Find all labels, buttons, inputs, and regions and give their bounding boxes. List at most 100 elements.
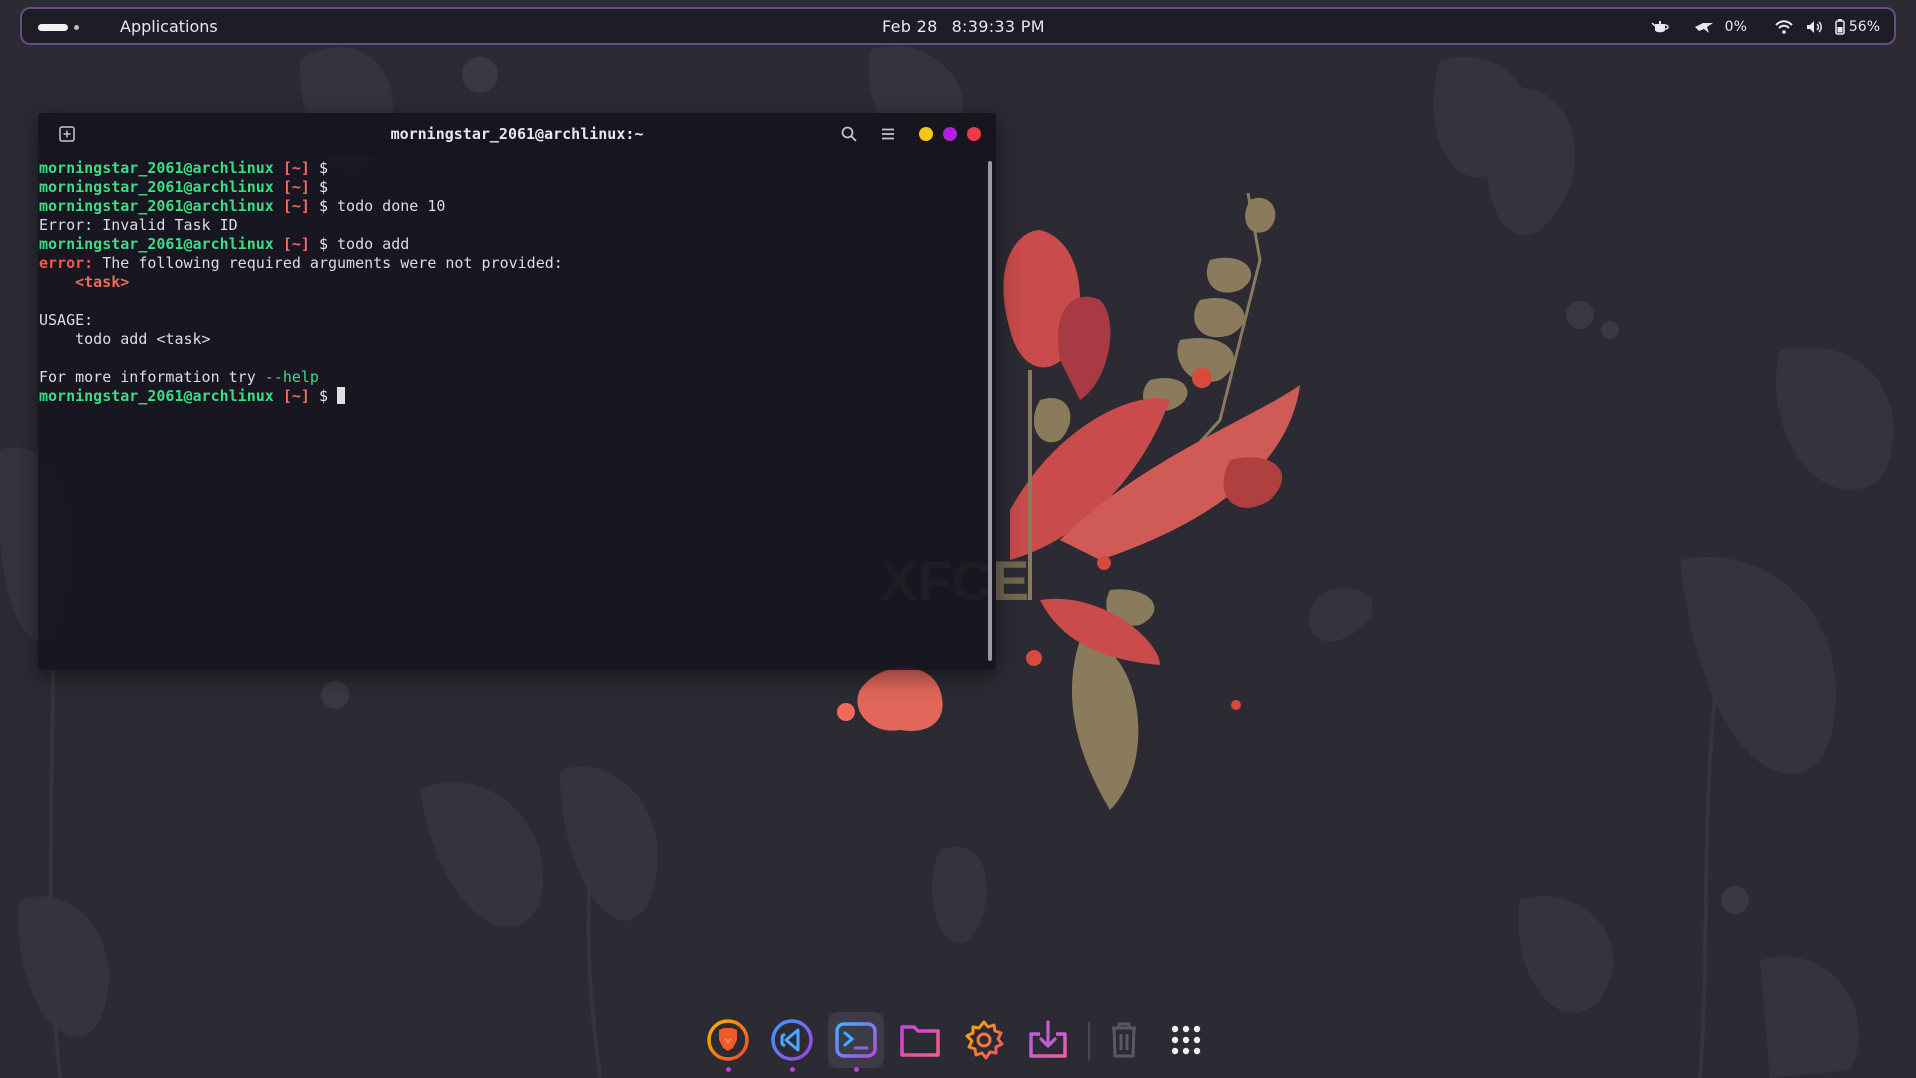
output-text: USAGE: (39, 311, 94, 329)
prompt-dir: [~] (282, 235, 310, 253)
prompt-user: morningstar_2061@archlinux (39, 387, 274, 405)
terminal-line: USAGE: (39, 311, 979, 330)
terminal-line: For more information try --help (39, 368, 979, 387)
running-indicator (854, 1067, 859, 1072)
prompt-user: morningstar_2061@archlinux (39, 235, 274, 253)
trash-icon (1112, 1022, 1136, 1058)
prompt-user: morningstar_2061@archlinux (39, 197, 274, 215)
output-text: Error: Invalid Task ID (39, 216, 238, 234)
search-icon[interactable] (840, 125, 858, 143)
minimize-button[interactable] (919, 127, 933, 141)
applications-menu[interactable]: Applications (120, 17, 218, 36)
running-indicator (726, 1067, 731, 1072)
terminal-icon (835, 1022, 877, 1058)
prompt-sign: $ (318, 197, 328, 215)
prompt-dir: [~] (282, 159, 310, 177)
network-speed-icon[interactable]: 0% (1693, 19, 1747, 35)
maximize-button[interactable] (943, 127, 957, 141)
command-text: todo add (337, 235, 410, 253)
dock (700, 1008, 1201, 1072)
help-text: For more information try (39, 368, 265, 386)
dock-item-app-grid[interactable] (1158, 1012, 1214, 1068)
clock-date: Feb 28 (882, 17, 938, 36)
dock-item-brave-browser[interactable] (700, 1012, 756, 1072)
prompt-sign: $ (318, 178, 328, 196)
workspace-dot[interactable] (74, 25, 79, 30)
prompt-dir: [~] (282, 387, 310, 405)
gear-icon (965, 1020, 1004, 1060)
dock-item-files[interactable] (892, 1012, 948, 1068)
command-text: todo done 10 (337, 197, 446, 215)
clock-time: 8:39:33 PM (951, 17, 1045, 36)
terminal-line: todo add <task> (39, 330, 979, 349)
prompt-sign: $ (318, 235, 328, 253)
terminal-titlebar[interactable]: morningstar_2061@archlinux:~ (38, 113, 996, 156)
error-text: The following required arguments were no… (93, 254, 563, 272)
dock-item-terminal[interactable] (828, 1012, 884, 1072)
terminal-line: error: The following required arguments … (39, 254, 979, 273)
scrollbar[interactable] (988, 161, 992, 661)
top-panel: Applications Feb 28 8:39:33 PM 0% 56% (20, 7, 1896, 45)
terminal-line: morningstar_2061@archlinux [~] $ todo ad… (39, 235, 979, 254)
terminal-window[interactable]: morningstar_2061@archlinux:~ morningstar… (38, 113, 996, 670)
text-cursor (337, 387, 346, 404)
workspace-active-pill[interactable] (38, 24, 68, 31)
cpu-percent: 0% (1724, 19, 1747, 35)
terminal-output[interactable]: morningstar_2061@archlinux [~] $ morning… (39, 159, 979, 664)
prompt-dir: [~] (282, 197, 310, 215)
dock-item-settings[interactable] (956, 1012, 1012, 1068)
dock-item-software-install[interactable] (1020, 1012, 1076, 1068)
terminal-line: <task> (39, 273, 979, 292)
error-label: error: (39, 254, 94, 272)
brave-lion-icon (707, 1019, 749, 1061)
terminal-line: morningstar_2061@archlinux [~] $ (39, 387, 979, 406)
system-tray: 0% 56% (1639, 15, 1880, 39)
hamburger-menu-icon[interactable] (879, 125, 897, 143)
terminal-line: morningstar_2061@archlinux [~] $ (39, 159, 979, 178)
volume-icon[interactable] (1805, 19, 1823, 35)
prompt-user: morningstar_2061@archlinux (39, 159, 274, 177)
close-button[interactable] (967, 127, 981, 141)
output-text: todo add <task> (39, 330, 211, 348)
teapot-icon[interactable] (1651, 19, 1671, 35)
prompt-sign: $ (318, 159, 328, 177)
battery-percent: 56% (1848, 19, 1880, 35)
wifi-icon[interactable] (1775, 20, 1793, 34)
help-flag: --help (264, 368, 319, 386)
folder-icon (900, 1025, 940, 1057)
prompt-sign: $ (318, 387, 328, 405)
dock-item-trash[interactable] (1096, 1012, 1152, 1068)
terminal-line: morningstar_2061@archlinux [~] $ todo do… (39, 197, 979, 216)
terminal-line: Error: Invalid Task ID (39, 216, 979, 235)
prompt-user: morningstar_2061@archlinux (39, 178, 274, 196)
battery-icon[interactable]: 56% (1835, 19, 1880, 35)
required-argument: <task> (75, 273, 130, 291)
dock-item-vscode[interactable] (764, 1012, 820, 1072)
app-grid-icon (1171, 1025, 1201, 1055)
download-box-icon (1029, 1020, 1067, 1058)
clock[interactable]: Feb 28 8:39:33 PM (882, 17, 1059, 36)
prompt-dir: [~] (282, 178, 310, 196)
dock-separator (1088, 1022, 1090, 1060)
running-indicator (790, 1067, 795, 1072)
terminal-line: morningstar_2061@archlinux [~] $ (39, 178, 979, 197)
vscode-icon (771, 1019, 813, 1061)
